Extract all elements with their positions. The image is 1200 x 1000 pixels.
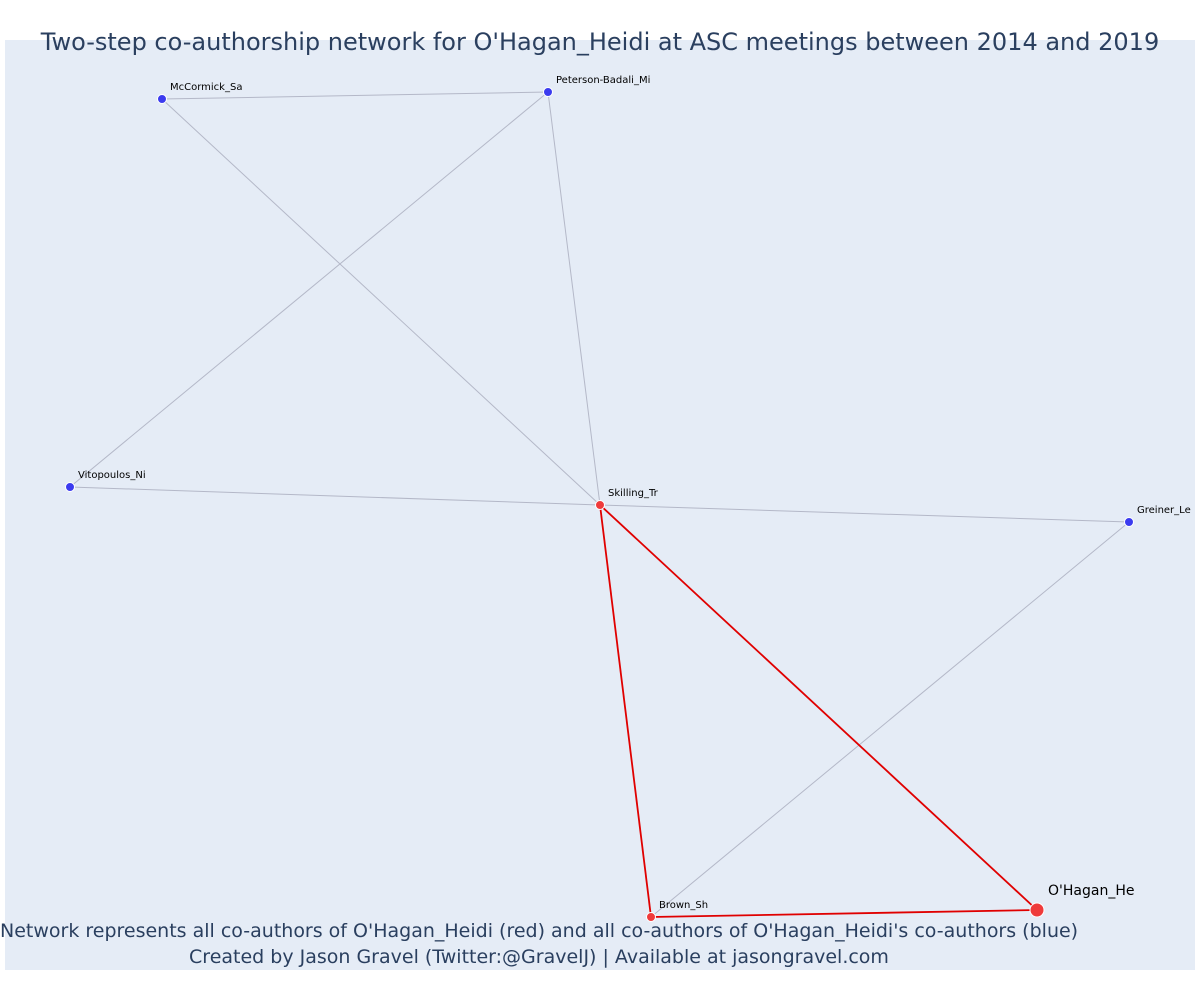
chart-title: Two-step co-authorship network for O'Hag…	[40, 28, 1160, 56]
node-skilling-tr[interactable]	[595, 500, 605, 510]
node-greiner-le[interactable]	[1124, 517, 1134, 527]
caption-line-2: Created by Jason Gravel (Twitter:@Gravel…	[189, 946, 889, 968]
network-graph: O'Hagan_He Skilling_Tr Brown_Sh McCormick_S…	[65, 75, 1191, 922]
node-peterson-badali-mi[interactable]	[543, 87, 553, 97]
edge-greiner-le-brown-sh	[650, 521, 1130, 918]
node-label-skilling-tr: Skilling_Tr	[608, 488, 659, 499]
edge-peterson-badali-mi-vitopoulos-ni	[69, 91, 549, 488]
node-label-mccormick-sa: McCormick_Sa	[170, 82, 242, 93]
node-vitopoulos-ni[interactable]	[65, 482, 75, 492]
node-mccormick-sa[interactable]	[157, 94, 167, 104]
node-label-greiner-le: Greiner_Le	[1137, 505, 1191, 516]
edge-o-hagan-he-brown-sh	[650, 909, 1038, 918]
node-label-vitopoulos-ni: Vitopoulos_Ni	[78, 470, 146, 481]
node-label-brown-sh: Brown_Sh	[659, 900, 708, 911]
node-label-o-hagan-he: O'Hagan_He	[1048, 883, 1134, 899]
edge-skilling-tr-greiner-le	[599, 504, 1130, 523]
edge-o-hagan-he-skilling-tr	[599, 504, 1038, 911]
caption-line-1: Network represents all co-authors of O'H…	[0, 920, 1079, 942]
edge-mccormick-sa-peterson-badali-mi	[161, 91, 549, 100]
chart-caption: Network represents all co-authors of O'H…	[0, 918, 1078, 970]
edge-peterson-badali-mi-skilling-tr	[547, 91, 601, 506]
edge-skilling-tr-brown-sh	[599, 504, 652, 918]
node-label-peterson-badali-mi: Peterson-Badali_Mi	[556, 75, 650, 86]
edge-mccormick-sa-skilling-tr	[161, 98, 601, 506]
edge-vitopoulos-ni-skilling-tr	[69, 486, 601, 506]
node-layer	[65, 87, 1134, 922]
node-o-hagan-he[interactable]	[1029, 902, 1045, 918]
